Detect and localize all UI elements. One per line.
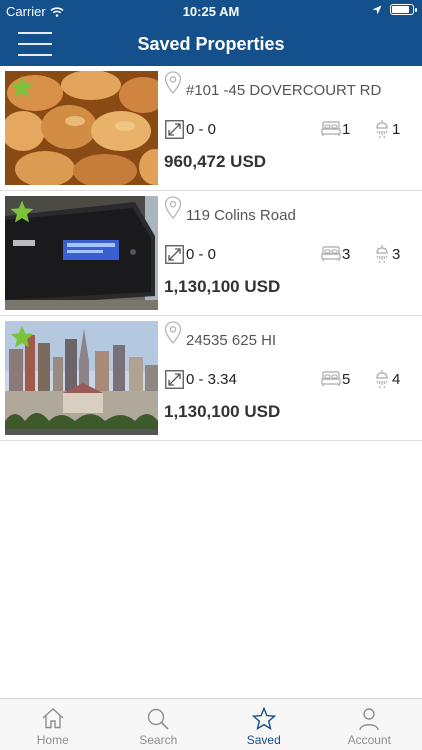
- property-size: 0 - 0: [186, 121, 217, 138]
- tab-label: Search: [139, 733, 178, 747]
- tab-search[interactable]: Search: [106, 699, 212, 750]
- navigation-bar: Saved Properties: [0, 22, 422, 66]
- page-title: Saved Properties: [137, 34, 285, 54]
- property-price: 1,130,100 USD: [164, 402, 281, 421]
- property-row[interactable]: 24535 625 HI 0 - 3.34 5 4 1,130,100 USD: [0, 316, 422, 441]
- bedroom-count: 5: [342, 371, 351, 388]
- property-size: 0 - 0: [186, 246, 217, 263]
- property-price: 1,130,100 USD: [164, 277, 281, 296]
- location-pin-icon: [164, 321, 182, 344]
- person-icon: [359, 708, 379, 731]
- bedroom-count: 1: [342, 121, 351, 138]
- property-address: 119 Colins Road: [186, 207, 296, 224]
- property-size: 0 - 3.34: [186, 371, 237, 388]
- property-photo[interactable]: [5, 196, 158, 310]
- saved-properties-list: #101 -45 DOVERCOURT RD 0 - 0 1 1 960,472…: [0, 66, 422, 441]
- search-icon: [148, 708, 169, 730]
- location-arrow-icon: [372, 5, 382, 14]
- property-address: 24535 625 HI: [186, 332, 277, 349]
- tab-bar: Home Search Saved Account: [0, 698, 422, 750]
- tab-account[interactable]: Account: [317, 699, 422, 750]
- bathroom-count: 4: [392, 371, 401, 388]
- property-price: 960,472 USD: [164, 152, 267, 171]
- tab-label: Account: [347, 733, 391, 747]
- tab-label: Saved: [246, 733, 281, 747]
- bed-icon: [321, 121, 341, 136]
- property-row[interactable]: 119 Colins Road 0 - 0 3 3 1,130,100 USD: [0, 191, 422, 316]
- shower-icon: [376, 245, 388, 264]
- star-icon: [251, 707, 276, 731]
- clock: 10:25 AM: [182, 4, 240, 19]
- area-size-icon: [165, 370, 184, 389]
- location-pin-icon: [164, 196, 182, 219]
- status-bar: Carrier 10:25 AM: [0, 0, 422, 22]
- shower-icon: [376, 370, 388, 389]
- property-row[interactable]: #101 -45 DOVERCOURT RD 0 - 0 1 1 960,472…: [0, 66, 422, 191]
- property-address: #101 -45 DOVERCOURT RD: [186, 82, 382, 99]
- home-icon: [42, 708, 64, 729]
- favorite-star-icon[interactable]: [9, 324, 35, 350]
- tab-label: Home: [36, 733, 69, 747]
- bed-icon: [321, 246, 341, 261]
- bathroom-count: 3: [392, 246, 401, 263]
- bathroom-count: 1: [392, 121, 401, 138]
- property-photo[interactable]: [5, 71, 158, 185]
- area-size-icon: [165, 245, 184, 264]
- tab-home[interactable]: Home: [0, 699, 106, 750]
- location-pin-icon: [164, 71, 182, 94]
- area-size-icon: [165, 120, 184, 139]
- shower-icon: [376, 120, 388, 139]
- favorite-star-icon[interactable]: [9, 74, 35, 100]
- battery-icon: [390, 4, 417, 15]
- tab-saved[interactable]: Saved: [211, 699, 317, 750]
- favorite-star-icon[interactable]: [9, 199, 35, 225]
- bed-icon: [321, 371, 341, 386]
- bedroom-count: 3: [342, 246, 351, 263]
- property-photo[interactable]: [5, 321, 158, 435]
